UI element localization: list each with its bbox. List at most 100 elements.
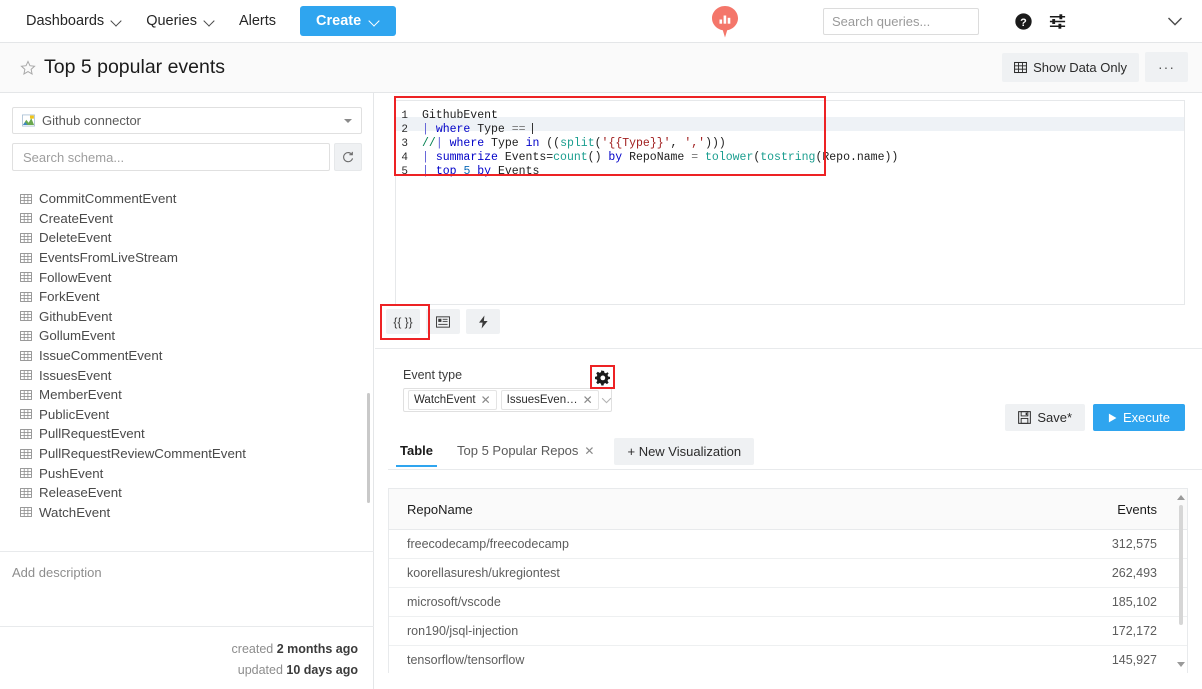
schema-item[interactable]: MemberEvent <box>20 385 374 405</box>
chevron-down-icon[interactable] <box>601 397 617 404</box>
schema-item[interactable]: CreateEvent <box>20 209 374 229</box>
global-search-box[interactable] <box>823 8 1008 35</box>
table-row[interactable]: koorellasuresh/ukregiontest 262,493 <box>389 559 1187 588</box>
chip-label: WatchEvent <box>414 394 476 406</box>
page-title-bar: Top 5 popular events Show Data Only ··· <box>0 43 1202 93</box>
parameter-chip[interactable]: IssuesEven… ✕ <box>500 390 599 410</box>
schema-item[interactable]: FollowEvent <box>20 267 374 287</box>
cell-events: 312,575 <box>1111 537 1157 551</box>
schema-item[interactable]: ReleaseEvent <box>20 483 374 503</box>
close-x-icon[interactable]: ✕ <box>584 444 594 458</box>
table-icon <box>20 429 32 439</box>
chevron-down-icon <box>344 118 352 123</box>
schema-item[interactable]: GithubEvent <box>20 307 374 327</box>
schema-item[interactable]: DeleteEvent <box>20 228 374 248</box>
schema-table-list: CommitCommentEvent CreateEvent DeleteEvent… <box>0 185 374 682</box>
nav-item-alerts[interactable]: Alerts <box>227 7 288 35</box>
results-scrollbar[interactable] <box>1176 495 1185 667</box>
results-scrollbar-thumb[interactable] <box>1178 505 1183 625</box>
close-x-icon[interactable]: ✕ <box>481 393 491 407</box>
schema-item[interactable]: PullRequestReviewCommentEvent <box>20 444 374 464</box>
table-icon <box>20 350 32 361</box>
table-body: freecodecamp/freecodecamp 312,575 koorella… <box>389 530 1187 673</box>
close-x-icon[interactable]: ✕ <box>583 393 593 407</box>
schema-item[interactable]: IssuesEvent <box>20 365 374 385</box>
schema-item[interactable]: PublicEvent <box>20 405 374 425</box>
nav-item-label: Alerts <box>238 13 277 29</box>
nav-item-queries[interactable]: Queries <box>134 7 227 35</box>
more-options-button[interactable]: ··· <box>1145 52 1188 82</box>
query-editor[interactable]: 1 GithubEvent 2 | where Type == 3//| where… <box>395 100 1185 305</box>
card-view-button[interactable] <box>426 309 460 334</box>
help-circle-icon: ? <box>1014 13 1032 30</box>
schema-item[interactable]: PushEvent <box>20 463 374 483</box>
schema-search-input[interactable] <box>12 143 330 171</box>
table-row[interactable]: freecodecamp/freecodecamp 312,575 <box>389 530 1187 559</box>
table-icon <box>20 468 32 478</box>
table-row[interactable]: microsoft/vscode 185,102 <box>389 588 1187 617</box>
parameters-button[interactable]: {{ }} <box>386 309 420 334</box>
search-input[interactable] <box>832 14 1008 29</box>
account-menu-button[interactable] <box>1158 0 1192 43</box>
lightning-button[interactable] <box>466 309 500 334</box>
visualization-tabs: Table Top 5 Popular Repos ✕ + New Visual… <box>388 437 1202 470</box>
editor-toolbar: {{ }} <box>386 309 500 334</box>
table-icon <box>20 291 32 302</box>
favorite-star-button[interactable] <box>20 59 36 76</box>
column-header-events[interactable]: Events <box>1007 502 1187 517</box>
tab-label: Table <box>400 443 433 458</box>
nav-item-dashboards[interactable]: Dashboards <box>14 7 134 35</box>
schema-item-label: IssueCommentEvent <box>39 348 163 364</box>
new-visualization-button[interactable]: + New Visualization <box>614 438 755 465</box>
table-icon <box>20 233 32 243</box>
chart-pin-logo-icon <box>712 6 738 38</box>
create-button-label: Create <box>316 13 362 29</box>
play-icon <box>1108 413 1117 422</box>
schema-item[interactable]: EventsFromLiveStream <box>20 248 374 268</box>
table-header-row: RepoName Events <box>389 489 1187 530</box>
show-data-only-button[interactable]: Show Data Only <box>1002 52 1139 82</box>
scroll-down-arrow-icon[interactable] <box>1177 662 1185 667</box>
execute-button[interactable]: Execute <box>1093 404 1185 431</box>
card-list-icon <box>436 315 450 328</box>
settings-button[interactable] <box>1040 0 1074 43</box>
schema-item[interactable]: ForkEvent <box>20 287 374 307</box>
save-button[interactable]: Save* <box>1005 404 1086 431</box>
cell-reponame: koorellasuresh/ukregiontest <box>407 566 560 580</box>
execute-button-label: Execute <box>1123 410 1170 425</box>
query-metadata: created 2 months ago updated 10 days ago <box>0 626 374 681</box>
schema-item[interactable]: GollumEvent <box>20 326 374 346</box>
schema-item[interactable]: IssueCommentEvent <box>20 346 374 366</box>
description-field[interactable]: Add description <box>0 551 374 593</box>
cell-events: 172,172 <box>1111 624 1157 638</box>
sidebar-scrollbar-thumb[interactable] <box>367 393 370 503</box>
code-line-3: 3//| where Type in ((split('{{Type}}', '… <box>396 137 1184 151</box>
cell-reponame: tensorflow/tensorflow <box>407 653 525 667</box>
schema-item[interactable]: PullRequestEvent <box>20 424 374 444</box>
tab-table[interactable]: Table <box>388 437 445 467</box>
code-text: | <box>422 165 436 178</box>
chevron-down-icon <box>204 16 215 27</box>
tab-top-5-popular-repos[interactable]: Top 5 Popular Repos ✕ <box>445 437 606 467</box>
connector-dropdown[interactable]: Github connector <box>12 107 362 134</box>
parameter-settings-button[interactable] <box>594 369 611 386</box>
schema-item[interactable]: WatchEvent <box>20 503 374 523</box>
page-title: Top 5 popular events <box>44 56 226 78</box>
table-row[interactable]: ron190/jsql-injection 172,172 <box>389 617 1187 646</box>
updated-value: 10 days ago <box>286 663 358 677</box>
refresh-schema-button[interactable] <box>334 143 362 171</box>
cell-reponame: freecodecamp/freecodecamp <box>407 537 569 551</box>
grid-table-icon <box>1014 61 1028 73</box>
query-code[interactable]: 1 GithubEvent 2 | where Type == 3//| where… <box>396 101 1184 179</box>
more-options-label: ··· <box>1158 59 1175 75</box>
column-header-reponame[interactable]: RepoName <box>389 502 1007 517</box>
table-row[interactable]: tensorflow/tensorflow 145,927 <box>389 646 1187 673</box>
scroll-up-arrow-icon[interactable] <box>1177 495 1185 500</box>
parameter-chip[interactable]: WatchEvent ✕ <box>408 390 497 410</box>
create-button[interactable]: Create <box>300 6 397 36</box>
schema-item[interactable]: CommitCommentEvent <box>20 189 374 209</box>
title-actions: Show Data Only ··· <box>1002 52 1188 82</box>
help-button[interactable]: ? <box>1006 0 1040 43</box>
parameter-value-selector[interactable]: WatchEvent ✕ IssuesEven… ✕ <box>403 388 612 412</box>
results-table: RepoName Events freecodecamp/freecodecam… <box>388 488 1188 673</box>
